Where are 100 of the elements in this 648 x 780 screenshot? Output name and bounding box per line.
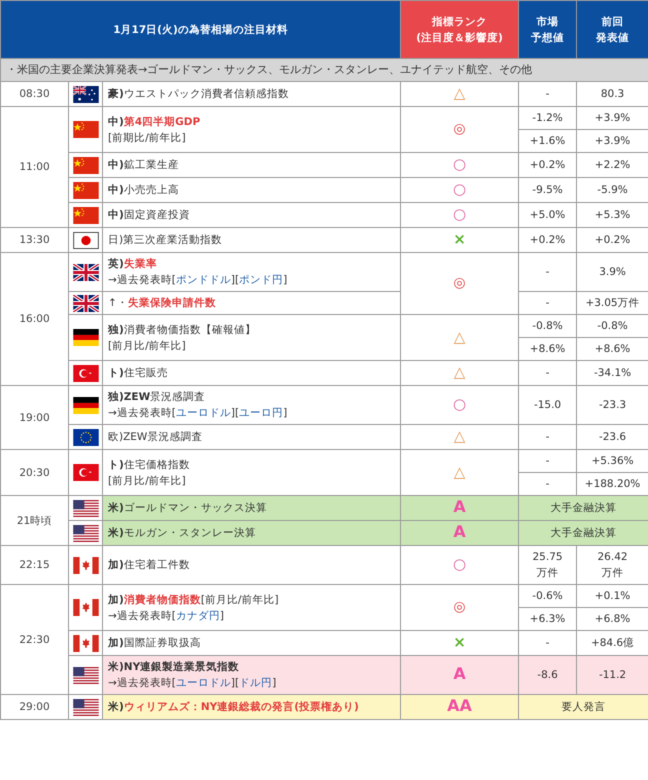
us-flag-icon [72, 524, 98, 542]
rank-mark: × [453, 230, 466, 248]
rank-mark: ○ [452, 180, 466, 198]
indicator-note: [前月比/前年比] [108, 474, 187, 488]
indicator-name: 米)ゴールドマン・サックス決算 [108, 501, 268, 516]
indicator-name: 米)モルガン・スタンレー決算 [108, 526, 257, 541]
rank-mark: ○ [452, 555, 466, 573]
forecast-cell: - [518, 82, 577, 106]
time-cell: 19:00 [0, 386, 68, 450]
indicator-name: 加)国際証券取扱高 [108, 636, 202, 651]
canada-flag-icon [72, 556, 98, 574]
indicator-name: 中)第4四半期GDP [108, 114, 202, 130]
indicator-name: 独)消費者物価指数【確報値】 [108, 322, 257, 338]
forecast-cell: - [518, 360, 577, 386]
summary-cell: 要人発言 [518, 694, 648, 720]
rank-mark: △ [454, 363, 466, 381]
indicator-note: [前月比/前年比] [108, 338, 187, 354]
us-flag-icon [72, 698, 98, 716]
uk-flag-icon [72, 294, 98, 312]
currency-pair-link[interactable]: ユーロドル [176, 407, 231, 419]
forecast-cell: +6.3% [518, 608, 577, 630]
summary-cell: 大手金融決算 [518, 496, 648, 520]
canada-flag-icon [72, 599, 98, 616]
indicator-note: →過去発表時[カナダ円] [108, 608, 226, 624]
uk-flag-icon [72, 264, 98, 280]
rank-mark: A [453, 664, 466, 683]
china-flag-icon [72, 121, 98, 138]
germany-flag-icon [72, 396, 98, 414]
japan-flag-icon [72, 232, 98, 248]
turkey-flag-icon [72, 364, 98, 382]
summary-cell: 大手金融決算 [518, 520, 648, 546]
time-cell: 22:30 [0, 584, 68, 694]
rank-mark: ○ [452, 395, 466, 413]
rank-mark: △ [454, 328, 466, 346]
time-cell: 11:00 [0, 106, 68, 228]
forecast-cell: 25.75 万件 [518, 546, 577, 584]
currency-pair-link[interactable]: カナダ円 [176, 610, 220, 622]
us-flag-icon [72, 666, 98, 684]
time-cell: 22:15 [0, 546, 68, 584]
indicator-name: 中)小売売上高 [108, 183, 180, 198]
currency-pair-link[interactable]: ユーロドル [176, 677, 231, 689]
indicator-note: [前期比/前年比] [108, 130, 187, 146]
rank-mark: △ [454, 84, 466, 102]
indicator-name: 豪)ウエストパック消費者信頼感指数 [108, 87, 290, 102]
rank-mark: △ [454, 427, 466, 445]
column-header: 指標ランク (注目度＆影響度) [400, 0, 519, 58]
forecast-cell: +0.2% [518, 228, 577, 252]
currency-pair-link[interactable]: ポンドドル [176, 274, 231, 286]
indicator-name: 加)住宅着工件数 [108, 558, 191, 573]
indicator-note: →過去発表時[ユーロドル][ユーロ円] [108, 406, 288, 421]
time-cell: 29:00 [0, 694, 68, 720]
indicator-name: ↑・失業保険申請件数 [108, 296, 217, 311]
previous-cell: -11.2 [576, 656, 648, 694]
forecast-cell: -9.5% [518, 178, 577, 202]
forecast-cell: -8.6 [518, 656, 577, 694]
rank-mark: ○ [452, 155, 466, 173]
turkey-flag-icon [72, 464, 98, 481]
indicator-name: 独)ZEW景況感調査 [108, 390, 206, 405]
currency-pair-link[interactable]: ドル円 [239, 677, 272, 689]
time-cell: 13:30 [0, 228, 68, 252]
forecast-cell: +5.0% [518, 202, 577, 228]
forecast-cell: +1.6% [518, 130, 577, 152]
rank-mark: AA [447, 696, 472, 715]
rank-mark: A [453, 497, 466, 516]
forecast-cell: -1.2% [518, 106, 577, 130]
indicator-note: →過去発表時[ポンドドル][ポンド円] [108, 273, 288, 288]
china-flag-icon [72, 182, 98, 198]
table-title: 1月17日(火)の為替相場の注目材料 [0, 0, 401, 58]
forecast-cell: - [518, 252, 577, 292]
note-text: ・米国の主要企業決算発表→ゴールドマン・サックス、モルガン・スタンレー、ユナイテッド航空、その他 [0, 58, 648, 82]
forecast-cell: -0.8% [518, 314, 577, 338]
indicator-name: 米)ウィリアムズ：NY連銀総裁の発言(投票権あり) [108, 700, 360, 715]
indicator-note: →過去発表時[ユーロドル][ドル円] [108, 676, 278, 691]
time-cell: 08:30 [0, 82, 68, 106]
forecast-cell: - [518, 450, 577, 472]
forecast-cell: -15.0 [518, 386, 577, 424]
time-cell: 21時頃 [0, 496, 68, 546]
indicator-name: 中)鉱工業生産 [108, 158, 180, 173]
forecast-cell: +8.6% [518, 338, 577, 360]
indicator-name: ト)住宅価格指数 [108, 458, 191, 472]
currency-pair-link[interactable]: ユーロ円 [239, 407, 284, 419]
time-cell: 16:00 [0, 252, 68, 386]
indicator-name: 加)消費者物価指数[前月比/前年比] [108, 592, 280, 608]
rank-mark: × [453, 633, 466, 651]
rank-mark: ◎ [453, 275, 466, 291]
column-header: 市場 予想値 [518, 0, 577, 58]
indicator-name: 日)第三次産業活動指数 [108, 233, 224, 248]
indicator-name: 欧)ZEW景況感調査 [108, 430, 204, 445]
indicator-name: 中)固定資産投資 [108, 208, 191, 223]
rank-mark: ◎ [453, 121, 466, 137]
indicator-name: 米)NY連銀製造業景気指数 [108, 660, 240, 675]
forecast-cell: -0.6% [518, 584, 577, 608]
eu-flag-icon [72, 428, 98, 446]
forecast-cell: - [518, 424, 577, 450]
indicator-name: ト)住宅販売 [108, 366, 169, 381]
forecast-cell: +0.2% [518, 152, 577, 178]
rank-mark: A [453, 522, 466, 541]
currency-pair-link[interactable]: ポンド円 [239, 274, 284, 286]
us-flag-icon [72, 500, 98, 516]
rank-mark: ○ [452, 205, 466, 223]
